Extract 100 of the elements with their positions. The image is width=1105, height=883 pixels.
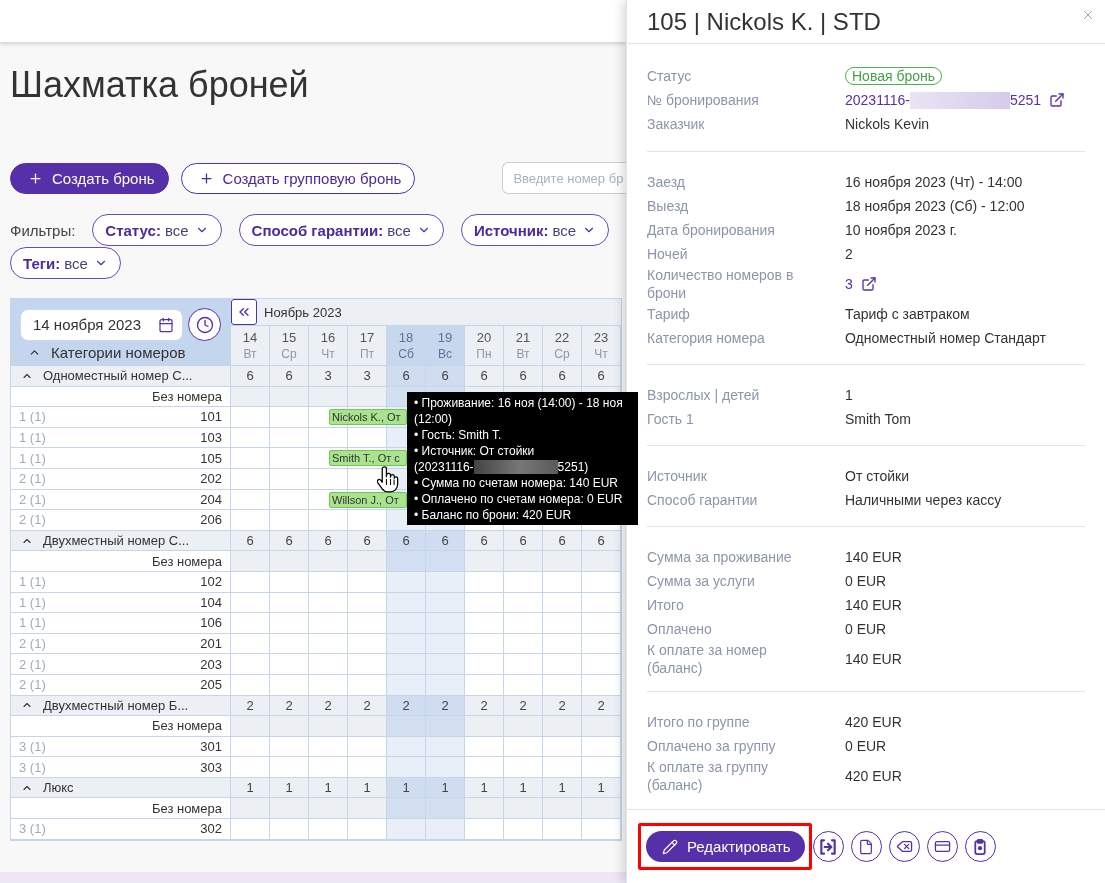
clipboard-button[interactable]	[964, 831, 996, 862]
external-link-icon[interactable]	[1049, 92, 1066, 108]
day-cell	[465, 571, 504, 593]
filter-chip[interactable]: Теги: все	[10, 247, 121, 279]
day-cell	[309, 798, 348, 820]
day-cell	[543, 592, 582, 614]
booking-number-link[interactable]: 5251	[1009, 92, 1042, 108]
day-number: 18	[398, 330, 414, 345]
field-value: 2	[845, 246, 854, 262]
field-value: 18 ноября 2023 (Сб) - 12:00	[845, 198, 1026, 214]
day-cell	[426, 716, 465, 737]
day-cell	[543, 633, 582, 655]
occupancy-label: 1 (1)	[18, 430, 46, 446]
day-cell	[270, 674, 309, 696]
booking-bar[interactable]: Smith T., От с	[329, 450, 407, 467]
count-cell: 6	[387, 366, 426, 387]
field-label: Сумма за проживание	[647, 548, 793, 566]
day-cell	[309, 757, 348, 778]
day-cell	[543, 613, 582, 634]
external-link-icon[interactable]	[860, 276, 877, 292]
count-cell: 2	[348, 695, 387, 717]
day-cell	[270, 468, 309, 490]
day-cell	[348, 551, 387, 572]
unassigned-cell: Без номера	[11, 798, 231, 820]
day-cell	[465, 613, 504, 634]
unassigned-cell: Без номера	[11, 386, 231, 408]
day-cell	[426, 654, 465, 675]
document-button[interactable]	[850, 831, 882, 862]
clock-button[interactable]	[188, 308, 221, 341]
day-cell	[270, 716, 309, 737]
create-group-booking-button[interactable]: Создать групповую бронь	[180, 162, 416, 194]
field-label: Категория номера	[647, 329, 766, 347]
room-number: 301	[200, 739, 223, 754]
field-label: Способ гарантии	[647, 491, 759, 509]
booking-bar[interactable]: Nickols K., От	[329, 409, 407, 426]
page-title: Шахматка броней	[10, 63, 310, 107]
category-toggle[interactable]: Двухместный номер Б...	[11, 697, 189, 713]
day-cell	[543, 551, 582, 572]
day-cell	[504, 592, 543, 614]
edit-button[interactable]: Редактировать	[646, 831, 805, 862]
weekday-label: Вт	[243, 347, 257, 361]
day-number: 15	[281, 330, 297, 345]
day-cell	[309, 716, 348, 737]
occupancy-label: 2 (1)	[18, 471, 46, 487]
categories-toggle[interactable]: Категории номеров	[20, 342, 186, 362]
bracket-arrow-icon	[820, 838, 837, 855]
create-booking-button[interactable]: Создать бронь	[10, 162, 169, 194]
field-label: Заказчик	[647, 115, 706, 133]
filter-chip[interactable]: Источник: все	[460, 214, 610, 246]
filter-chip[interactable]: Статус: все	[92, 214, 222, 246]
day-number: 16	[320, 330, 336, 345]
count-cell: 1	[348, 777, 387, 799]
field-label: Оплачено за группу	[647, 737, 777, 755]
field-value: 140 EUR	[845, 651, 903, 667]
day-cell	[348, 654, 387, 675]
day-cell	[426, 551, 465, 572]
plus-icon	[198, 170, 214, 186]
field-value: 0 EUR	[845, 738, 888, 754]
category-toggle[interactable]: Двухместный номер С...	[11, 533, 190, 549]
booking-number-link[interactable]: 20231116-	[845, 92, 910, 108]
filter-chip[interactable]: Способ гарантии: все	[238, 214, 444, 246]
rooms-count-link[interactable]: 3	[845, 276, 853, 292]
day-cell	[387, 654, 426, 675]
room-number: 203	[200, 656, 223, 672]
day-cell	[387, 716, 426, 737]
day-cell	[426, 592, 465, 614]
tooltip-line: • Гость: Smith T.	[414, 427, 502, 443]
day-cell	[465, 674, 504, 696]
backspace-button[interactable]	[888, 831, 920, 862]
date-picker[interactable]: 14 ноября 2023	[20, 308, 183, 341]
day-cell	[543, 798, 582, 820]
date-input[interactable]: 14 ноября 2023	[33, 316, 154, 333]
day-number: 17	[359, 330, 375, 345]
count-cell: 6	[465, 530, 504, 552]
field-label: К оплате за номер (баланс)	[647, 641, 768, 677]
clipboard-icon	[973, 838, 988, 855]
field-label: Итого	[647, 596, 685, 614]
booking-bar[interactable]: Willson J., От	[329, 491, 407, 508]
count-cell: 2	[387, 695, 426, 717]
room-number: 102	[200, 574, 223, 590]
bracket-arrow-button[interactable]	[812, 831, 844, 862]
count-cell: 6	[348, 530, 387, 552]
count-cell: 2	[504, 695, 543, 717]
room-number: 302	[200, 821, 223, 837]
credit-card-button[interactable]	[926, 831, 958, 862]
field-label: Взрослых | детей	[647, 386, 761, 404]
day-cell	[543, 757, 582, 778]
count-cell: 3	[309, 366, 348, 387]
field-label: К оплате за группу (баланс)	[647, 758, 769, 794]
back-button[interactable]	[231, 299, 257, 325]
field-label: Оплачено	[647, 620, 713, 638]
day-cell	[504, 716, 543, 737]
credit-card-icon	[933, 838, 951, 855]
category-toggle[interactable]: Одноместный номер С...	[11, 368, 193, 384]
count-cell: 6	[270, 366, 309, 387]
booking-number-suffix: 5251)	[557, 459, 589, 475]
search-field[interactable]: Введите номер бр	[502, 162, 627, 194]
count-cell: 6	[465, 366, 504, 387]
category-toggle[interactable]: Люкс	[11, 780, 74, 796]
count-cell: 6	[543, 366, 582, 387]
